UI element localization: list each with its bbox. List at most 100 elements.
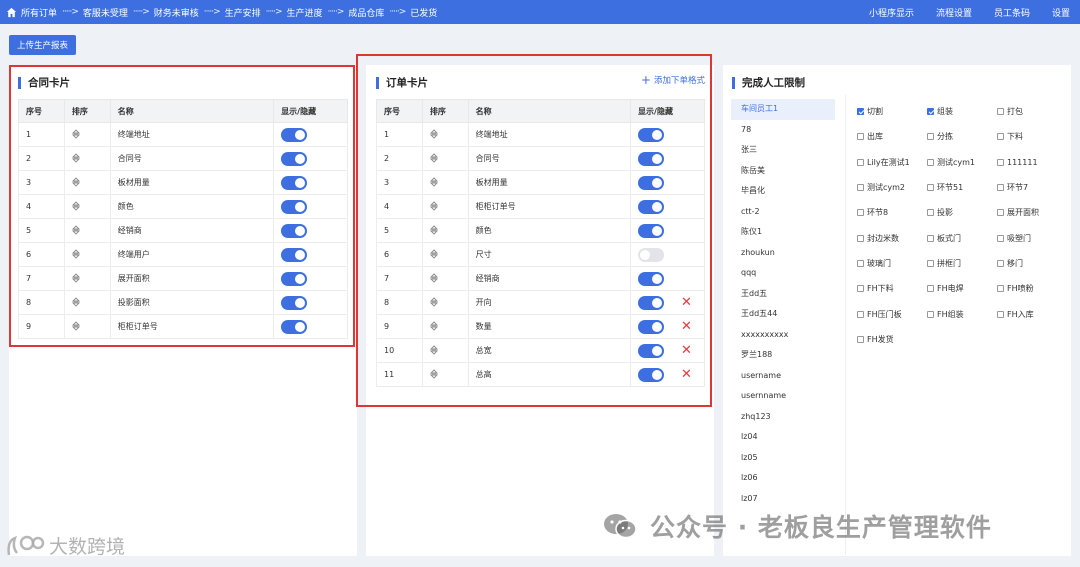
upload-report-button[interactable]: 上传生产报表	[9, 35, 76, 55]
breadcrumb-item[interactable]: 成品仓库	[348, 6, 384, 19]
permission-checkbox[interactable]: 投影	[927, 200, 997, 225]
sort-handle-icon[interactable]	[71, 248, 80, 259]
visibility-toggle[interactable]	[638, 151, 665, 166]
permission-checkbox[interactable]: Lily在测试1	[857, 150, 927, 175]
staff-list-item[interactable]: 王dd五44	[731, 304, 835, 325]
delete-icon[interactable]: ✕	[681, 344, 692, 357]
staff-list-item[interactable]: usernname	[731, 386, 835, 407]
delete-icon[interactable]: ✕	[681, 320, 692, 333]
checkbox-box[interactable]	[997, 158, 1004, 166]
sort-handle-icon[interactable]	[71, 152, 80, 163]
visibility-toggle[interactable]	[638, 175, 665, 190]
sort-handle-icon[interactable]	[429, 200, 438, 211]
checkbox-box[interactable]	[857, 209, 864, 217]
top-right-link[interactable]: 小程序显示	[869, 6, 914, 19]
checkbox-box[interactable]	[997, 184, 1004, 192]
staff-list-item[interactable]: xxxxxxxxxx	[731, 325, 835, 346]
top-right-link[interactable]: 流程设置	[936, 6, 972, 19]
permission-checkbox[interactable]: 封边米数	[857, 225, 927, 250]
visibility-toggle[interactable]	[638, 319, 665, 334]
permission-checkbox[interactable]: 环节51	[927, 175, 997, 200]
sort-handle-icon[interactable]	[429, 368, 438, 379]
breadcrumb-item[interactable]: 生产进度	[287, 6, 323, 19]
permission-checkbox[interactable]: FH发货	[857, 327, 927, 352]
checkbox-box[interactable]	[927, 234, 934, 242]
visibility-toggle[interactable]	[638, 127, 665, 142]
staff-list-item[interactable]: 张三	[731, 140, 835, 161]
checkbox-box[interactable]	[927, 285, 934, 293]
permission-checkbox[interactable]: FH下料	[857, 276, 927, 301]
top-right-link[interactable]: 员工条码	[994, 6, 1030, 19]
staff-list-item[interactable]: qqq	[731, 263, 835, 284]
home-icon[interactable]	[4, 5, 18, 19]
visibility-toggle[interactable]	[638, 247, 665, 262]
sort-handle-icon[interactable]	[429, 320, 438, 331]
staff-list-item[interactable]: lz05	[731, 448, 835, 469]
checkbox-box[interactable]	[857, 184, 864, 192]
sort-handle-icon[interactable]	[71, 320, 80, 331]
visibility-toggle[interactable]	[638, 199, 665, 214]
sort-handle-icon[interactable]	[71, 296, 80, 307]
breadcrumb-item[interactable]: 生产安排	[225, 6, 261, 19]
visibility-toggle[interactable]	[281, 247, 308, 262]
staff-list-item[interactable]: lz04	[731, 427, 835, 448]
permission-checkbox[interactable]: 出库	[857, 124, 927, 149]
breadcrumb-item[interactable]: 财务未审核	[154, 6, 199, 19]
checkbox-box[interactable]	[857, 335, 864, 343]
checkbox-box[interactable]	[927, 108, 934, 116]
sort-handle-icon[interactable]	[71, 200, 80, 211]
checkbox-box[interactable]	[997, 133, 1004, 141]
permission-checkbox[interactable]: 拼框门	[927, 251, 997, 276]
checkbox-box[interactable]	[927, 310, 934, 318]
checkbox-box[interactable]	[997, 234, 1004, 242]
checkbox-box[interactable]	[857, 158, 864, 166]
permission-checkbox[interactable]: FH压门板	[857, 301, 927, 326]
visibility-toggle[interactable]	[638, 343, 665, 358]
visibility-toggle[interactable]	[638, 367, 665, 382]
staff-list-item[interactable]: 罗兰188	[731, 345, 835, 366]
sort-handle-icon[interactable]	[429, 344, 438, 355]
sort-handle-icon[interactable]	[429, 296, 438, 307]
staff-list-item[interactable]: 毕昌化	[731, 181, 835, 202]
permission-checkbox[interactable]: 分拣	[927, 124, 997, 149]
visibility-toggle[interactable]	[638, 295, 665, 310]
checkbox-box[interactable]	[927, 184, 934, 192]
permission-checkbox[interactable]: 环节8	[857, 200, 927, 225]
staff-list-item[interactable]: ctt-2	[731, 202, 835, 223]
permission-checkbox[interactable]: FH入库	[997, 301, 1067, 326]
visibility-toggle[interactable]	[281, 319, 308, 334]
visibility-toggle[interactable]	[281, 223, 308, 238]
staff-list-item[interactable]: 车间员工1	[731, 99, 835, 120]
visibility-toggle[interactable]	[638, 271, 665, 286]
permission-checkbox[interactable]: FH组装	[927, 301, 997, 326]
permission-checkbox[interactable]: 移门	[997, 251, 1067, 276]
checkbox-box[interactable]	[857, 285, 864, 293]
staff-list-item[interactable]: lz07	[731, 489, 835, 510]
delete-icon[interactable]: ✕	[681, 296, 692, 309]
checkbox-box[interactable]	[997, 259, 1004, 267]
checkbox-box[interactable]	[927, 133, 934, 141]
checkbox-box[interactable]	[857, 259, 864, 267]
sort-handle-icon[interactable]	[429, 176, 438, 187]
sort-handle-icon[interactable]	[429, 272, 438, 283]
permission-checkbox[interactable]: 玻璃门	[857, 251, 927, 276]
sort-handle-icon[interactable]	[429, 224, 438, 235]
visibility-toggle[interactable]	[281, 295, 308, 310]
checkbox-box[interactable]	[927, 259, 934, 267]
checkbox-box[interactable]	[997, 209, 1004, 217]
sort-handle-icon[interactable]	[429, 128, 438, 139]
visibility-toggle[interactable]	[281, 151, 308, 166]
visibility-toggle[interactable]	[638, 223, 665, 238]
permission-checkbox[interactable]: 111111	[997, 150, 1067, 175]
permission-checkbox[interactable]: 测试cym1	[927, 150, 997, 175]
permission-checkbox[interactable]: 打包	[997, 99, 1067, 124]
sort-handle-icon[interactable]	[429, 152, 438, 163]
sort-handle-icon[interactable]	[71, 272, 80, 283]
staff-list-item[interactable]: 王dd五	[731, 284, 835, 305]
permission-checkbox[interactable]: 展开面积	[997, 200, 1067, 225]
staff-list-item[interactable]: 陈仪1	[731, 222, 835, 243]
checkbox-box[interactable]	[857, 133, 864, 141]
permission-checkbox[interactable]: 板式门	[927, 225, 997, 250]
sort-handle-icon[interactable]	[71, 224, 80, 235]
checkbox-box[interactable]	[997, 310, 1004, 318]
